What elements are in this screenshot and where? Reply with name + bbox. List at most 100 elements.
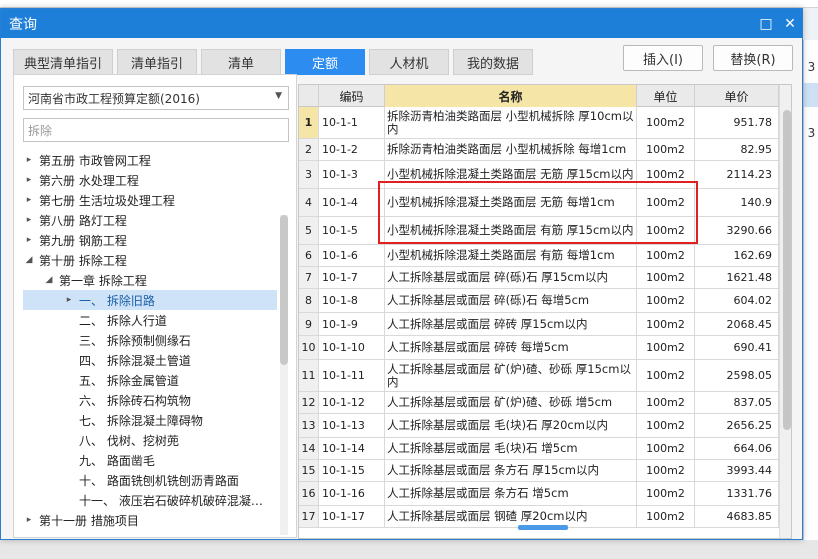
tree-node[interactable]: 八、 伐树、挖树蔸 — [23, 430, 277, 450]
expand-arrow-icon[interactable]: ▸ — [23, 175, 35, 185]
tree-node[interactable]: ▸ 一、 拆除旧路 — [23, 290, 277, 310]
expand-arrow-icon[interactable]: ▸ — [23, 155, 35, 165]
row-code: 10-1-13 — [319, 414, 385, 437]
table-row[interactable]: 9 10-1-9 人工拆除基层或面层 碎砖 厚15cm以内 100m2 2068.45 — [299, 313, 791, 336]
table-row[interactable]: 10 10-1-10 人工拆除基层或面层 碎砖 每增5cm 100m2 690.41 — [299, 336, 791, 360]
close-icon[interactable]: ✕ — [778, 12, 802, 36]
row-price: 3290.66 — [695, 217, 779, 244]
tree-node-label: 一、 拆除旧路 — [79, 293, 155, 308]
row-name: 人工拆除基层或面层 条方石 增5cm — [385, 482, 637, 505]
tab-2[interactable]: 清单 — [201, 49, 282, 75]
row-name: 人工拆除基层或面层 碎(砾)石 每增5cm — [385, 289, 637, 312]
tree-node[interactable]: 十一、 液压岩石破碎机破碎混凝… — [23, 490, 277, 510]
tree-node[interactable]: 九、 路面凿毛 — [23, 450, 277, 470]
table-row[interactable]: 8 10-1-8 人工拆除基层或面层 碎(砾)石 每增5cm 100m2 604.02 — [299, 289, 791, 313]
tree-node[interactable]: 三、 拆除预制侧缘石 — [23, 330, 277, 350]
left-pane: 河南省市政工程预算定额(2016) ▼ ▸ 第五册 市政管网工程 ▸ 第六册 水处理工… — [13, 74, 297, 538]
tree-node[interactable]: ▸ 第七册 生活垃圾处理工程 — [23, 190, 277, 210]
row-unit: 100m2 — [637, 267, 695, 288]
expand-arrow-icon[interactable]: ▸ — [23, 215, 35, 225]
row-code: 10-1-2 — [319, 139, 385, 160]
row-price: 1621.48 — [695, 267, 779, 288]
tree-node-label: 第七册 生活垃圾处理工程 — [39, 193, 175, 208]
tree-node-label: 三、 拆除预制侧缘石 — [79, 333, 191, 348]
table-row[interactable]: 13 10-1-13 人工拆除基层或面层 毛(块)石 厚20cm以内 100m2 265… — [299, 414, 791, 438]
header-code[interactable]: 编码 — [319, 85, 385, 107]
quota-grid: 编码 名称 单位 单价 1 10-1-1 拆除沥青柏油类路面层 小型机械拆除 厚10… — [298, 84, 792, 539]
tab-5[interactable]: 我的数据 — [453, 49, 534, 75]
grid-scrollbar-thumb[interactable] — [783, 110, 791, 430]
background-top-strip — [0, 0, 818, 8]
row-code: 10-1-14 — [319, 438, 385, 459]
row-unit: 100m2 — [637, 392, 695, 413]
header-name[interactable]: 名称 — [385, 85, 637, 107]
background-bottom-strip — [0, 540, 818, 559]
row-index: 13 — [299, 414, 319, 437]
row-unit: 100m2 — [637, 482, 695, 505]
header-unit[interactable]: 单位 — [637, 85, 695, 107]
tree-node[interactable]: ◢ 第一章 拆除工程 — [23, 270, 277, 290]
tree-node[interactable]: 七、 拆除混凝土障碍物 — [23, 410, 277, 430]
expand-arrow-icon[interactable]: ◢ — [43, 275, 55, 285]
tree-node-label: 第六册 水处理工程 — [39, 173, 139, 188]
table-row[interactable]: 7 10-1-7 人工拆除基层或面层 碎(砾)石 厚15cm以内 100m2 1621.… — [299, 267, 791, 289]
row-name: 人工拆除基层或面层 钢碴 厚20cm以内 — [385, 506, 637, 527]
search-input[interactable] — [23, 118, 289, 142]
expand-arrow-icon[interactable]: ▸ — [23, 195, 35, 205]
tab-0[interactable]: 典型清单指引 — [13, 49, 114, 75]
expand-arrow-icon[interactable]: ▸ — [23, 235, 35, 245]
grid-scrollbar[interactable] — [779, 85, 791, 538]
tree-scrollbar[interactable] — [280, 215, 288, 535]
table-row[interactable]: 12 10-1-12 人工拆除基层或面层 矿(炉)碴、砂砾 增5cm 100m2 837… — [299, 392, 791, 414]
row-index: 10 — [299, 336, 319, 359]
table-row[interactable]: 1 10-1-1 拆除沥青柏油类路面层 小型机械拆除 厚10cm以内 100m2 951… — [299, 107, 791, 139]
tab-3[interactable]: 定额 — [285, 49, 366, 75]
row-price: 690.41 — [695, 336, 779, 359]
tree-node-label: 九、 路面凿毛 — [79, 453, 155, 468]
tree-scrollbar-thumb[interactable] — [280, 215, 288, 365]
row-price: 604.02 — [695, 289, 779, 312]
row-index: 14 — [299, 438, 319, 459]
tree-node-label: 四、 拆除混凝土管道 — [79, 353, 191, 368]
expand-arrow-icon[interactable]: ◢ — [23, 255, 35, 265]
tree-node-label: 第十册 拆除工程 — [39, 253, 127, 268]
expand-arrow-icon[interactable]: ▸ — [63, 295, 75, 305]
table-row[interactable]: 4 10-1-4 小型机械拆除混凝土类路面层 无筋 每增1cm 100m2 140.9 — [299, 189, 791, 217]
table-row[interactable]: 11 10-1-11 人工拆除基层或面层 矿(炉)碴、砂砾 厚15cm以内 100m2… — [299, 360, 791, 392]
table-row[interactable]: 16 10-1-16 人工拆除基层或面层 条方石 增5cm 100m2 1331.76 — [299, 482, 791, 506]
tab-1[interactable]: 清单指引 — [117, 49, 198, 75]
table-row[interactable]: 14 10-1-14 人工拆除基层或面层 毛(块)石 增5cm 100m2 664.06 — [299, 438, 791, 460]
replace-button[interactable]: 替换(R) — [713, 45, 793, 71]
tree-node-label: 第五册 市政管网工程 — [39, 153, 151, 168]
tree-node[interactable]: ▸ 第九册 钢筋工程 — [23, 230, 277, 250]
row-index: 3 — [299, 161, 319, 188]
row-unit: 100m2 — [637, 161, 695, 188]
row-unit: 100m2 — [637, 460, 695, 481]
splitter-handle[interactable] — [518, 525, 568, 530]
quota-select[interactable]: 河南省市政工程预算定额(2016) ▼ — [23, 86, 289, 110]
tree-node[interactable]: ▸ 第六册 水处理工程 — [23, 170, 277, 190]
tree-node[interactable]: ◢ 第十册 拆除工程 — [23, 250, 277, 270]
tree-node[interactable]: ▸ 第八册 路灯工程 — [23, 210, 277, 230]
table-row[interactable]: 5 10-1-5 小型机械拆除混凝土类路面层 有筋 厚15cm以内 100m2 3290… — [299, 217, 791, 245]
table-row[interactable]: 3 10-1-3 小型机械拆除混凝土类路面层 无筋 厚15cm以内 100m2 2114… — [299, 161, 791, 189]
restore-icon[interactable]: □ — [754, 12, 778, 36]
insert-button[interactable]: 插入(I) — [623, 45, 703, 71]
tree-node[interactable]: 四、 拆除混凝土管道 — [23, 350, 277, 370]
header-price[interactable]: 单价 — [695, 85, 779, 107]
tab-4[interactable]: 人材机 — [369, 49, 450, 75]
tree-node[interactable]: 五、 拆除金属管道 — [23, 370, 277, 390]
tree-node[interactable]: 六、 拆除砖石构筑物 — [23, 390, 277, 410]
row-name: 小型机械拆除混凝土类路面层 无筋 厚15cm以内 — [385, 161, 637, 188]
expand-arrow-icon[interactable]: ▸ — [23, 515, 35, 525]
tree-node[interactable]: ▸ 第十一册 措施项目 — [23, 510, 277, 530]
table-row[interactable]: 15 10-1-15 人工拆除基层或面层 条方石 厚15cm以内 100m2 3993.… — [299, 460, 791, 482]
tree-node[interactable]: ▸ 第五册 市政管网工程 — [23, 150, 277, 170]
table-row[interactable]: 6 10-1-6 小型机械拆除混凝土类路面层 有筋 每增1cm 100m2 162.69 — [299, 245, 791, 267]
tree-node-label: 十一、 液压岩石破碎机破碎混凝… — [79, 493, 263, 508]
tree-node[interactable]: 十、 路面铣刨机铣刨沥青路面 — [23, 470, 277, 490]
table-row[interactable]: 2 10-1-2 拆除沥青柏油类路面层 小型机械拆除 每增1cm 100m2 82.95 — [299, 139, 791, 161]
row-name: 人工拆除基层或面层 毛(块)石 增5cm — [385, 438, 637, 459]
tree-node[interactable]: 二、 拆除人行道 — [23, 310, 277, 330]
row-unit: 100m2 — [637, 189, 695, 216]
